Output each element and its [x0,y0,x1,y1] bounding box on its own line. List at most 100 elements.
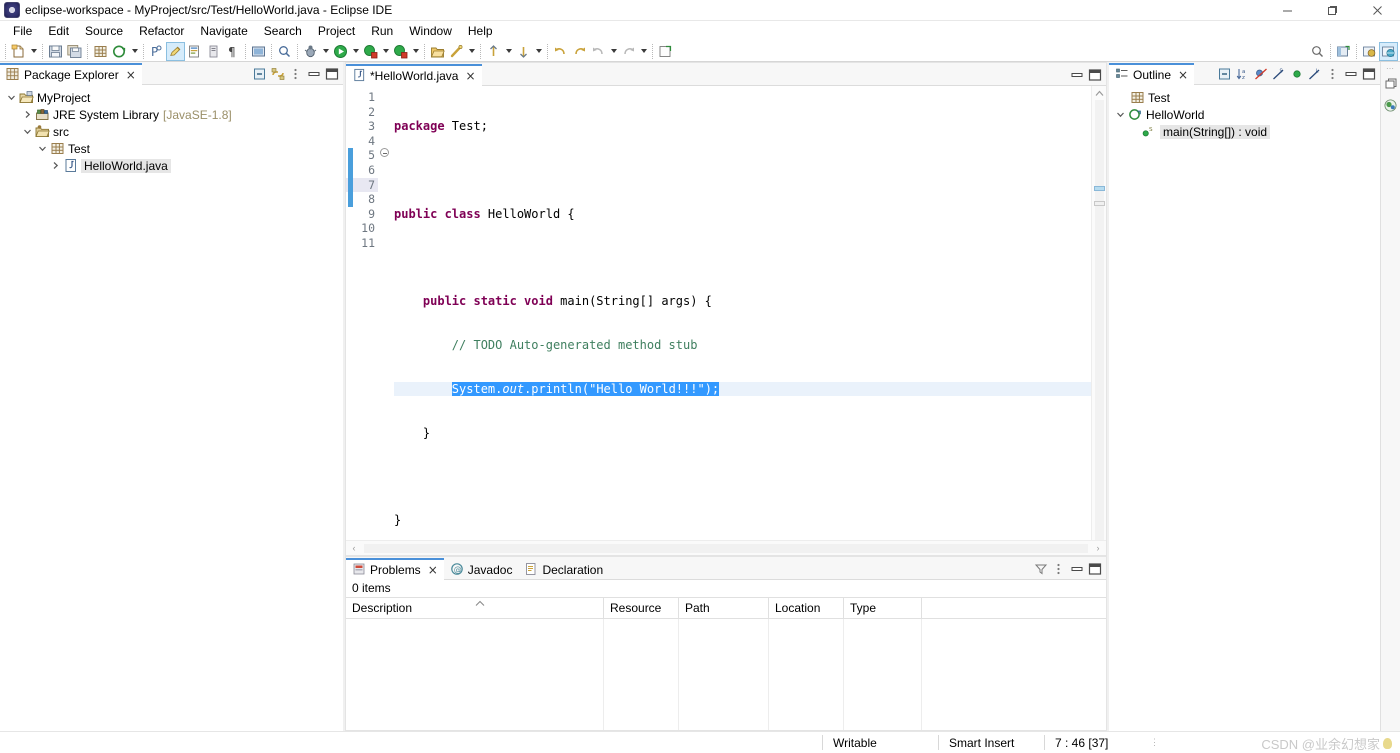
chevron-down-icon[interactable] [20,123,34,140]
menu-window[interactable]: Window [401,22,460,41]
tab-helloworld-java[interactable]: *HelloWorld.java × [346,64,482,86]
editor-horizontal-scrollbar[interactable]: ‹ › [346,540,1106,555]
outline-item-main-method[interactable]: S main(String[]) : void [1109,123,1380,140]
sort-az-button[interactable]: az [1234,65,1251,83]
hide-nonpublic-button[interactable] [1288,65,1305,83]
debug-button[interactable] [301,42,320,61]
scroll-right-icon[interactable]: › [1090,543,1106,553]
run-last-tool-button[interactable] [391,42,410,61]
new-wizard-dropdown[interactable] [28,42,39,61]
menu-navigate[interactable]: Navigate [192,22,255,41]
scroll-left-icon[interactable]: ‹ [346,543,362,553]
coverage-button[interactable] [361,42,380,61]
chevron-right-icon[interactable] [20,106,34,123]
link-with-editor-button[interactable] [269,65,286,83]
tree-item-test-package[interactable]: Test [0,140,343,157]
hide-local-types-button[interactable]: L [1306,65,1323,83]
back-button[interactable] [551,42,570,61]
tab-problems[interactable]: Problems × [346,558,444,580]
status-drag-handle[interactable]: ⋮ [1150,738,1159,747]
close-icon[interactable]: × [428,564,438,576]
new-java-package-button[interactable] [91,42,110,61]
scrollbar-track[interactable] [364,543,1088,553]
new-java-project-dropdown[interactable] [466,42,477,61]
open-task-button[interactable] [166,41,185,61]
menu-refactor[interactable]: Refactor [131,22,192,41]
menu-edit[interactable]: Edit [40,22,77,41]
tab-outline[interactable]: Outline × [1109,63,1195,85]
console-button[interactable] [249,42,268,61]
maximize-view-button[interactable] [323,65,340,83]
open-type-button[interactable] [185,42,204,61]
quick-access-search-icon[interactable] [1308,42,1327,61]
tree-item-jre-system-library[interactable]: JRE System Library [JavaSE-1.8] [0,106,343,123]
minimize-view-button[interactable] [1068,560,1085,578]
next-annotation-button[interactable] [514,42,533,61]
filter-button[interactable] [1032,560,1049,578]
column-header-description[interactable]: Description [346,598,604,618]
view-menu-button[interactable] [287,65,304,83]
run-dropdown[interactable] [350,42,361,61]
forward-button[interactable] [570,42,589,61]
tab-declaration[interactable]: Declaration [518,558,609,580]
menu-search[interactable]: Search [256,22,310,41]
new-java-project-button[interactable] [447,42,466,61]
column-header-type[interactable]: Type [844,598,922,618]
close-icon[interactable]: × [465,70,475,82]
minimize-view-button[interactable] [305,65,322,83]
menu-help[interactable]: Help [460,22,501,41]
link-button[interactable] [204,42,223,61]
previous-edit-dropdown[interactable] [608,42,619,61]
outline-item-helloworld[interactable]: HelloWorld [1109,106,1380,123]
previous-edit-button[interactable] [589,42,608,61]
restore-views-icon[interactable] [1384,77,1398,94]
editor-vertical-scrollbar[interactable] [1091,86,1106,540]
minimize-editor-button[interactable] [1068,66,1085,84]
drag-handle-dots[interactable]: ⋯ [1386,64,1395,73]
debug-dropdown[interactable] [320,42,331,61]
overview-marker[interactable] [1094,201,1105,206]
open-perspective-button[interactable] [428,42,447,61]
outline-item-test[interactable]: Test [1109,89,1380,106]
previous-annotation-button[interactable] [484,42,503,61]
java-ee-perspective-icon[interactable] [1379,42,1398,61]
tab-package-explorer[interactable]: Package Explorer × [0,63,142,85]
menu-source[interactable]: Source [77,22,131,41]
close-window-button[interactable] [1355,0,1400,21]
save-button[interactable] [46,42,65,61]
run-button[interactable] [331,42,350,61]
collapse-all-button[interactable] [1216,65,1233,83]
editor-body[interactable]: 1 2 3 4 5 6 7 8 9 10 11 package Test; pu… [346,86,1106,540]
save-all-button[interactable] [65,42,84,61]
chevron-down-icon[interactable] [35,140,49,157]
view-menu-button[interactable] [1050,560,1067,578]
chevron-down-icon[interactable] [4,89,18,106]
fold-collapse-icon[interactable] [380,148,389,157]
next-edit-button[interactable] [619,42,638,61]
column-header-location[interactable]: Location [769,598,844,618]
chevron-right-icon[interactable] [48,157,62,174]
tree-item-myproject[interactable]: MyProject [0,89,343,106]
collapse-all-button[interactable] [251,65,268,83]
new-java-class-button[interactable] [110,42,129,61]
source-code[interactable]: package Test; public class HelloWorld { … [392,86,1091,540]
menu-file[interactable]: File [5,22,40,41]
tree-item-src[interactable]: src [0,123,343,140]
hide-fields-button[interactable] [1252,65,1269,83]
chevron-down-icon[interactable] [1113,106,1127,123]
java-perspective-icon[interactable] [1360,42,1379,61]
problems-table-body[interactable] [346,619,1106,730]
new-java-class-dropdown[interactable] [129,42,140,61]
run-last-tool-dropdown[interactable] [410,42,421,61]
view-menu-button[interactable] [1324,65,1341,83]
search-button[interactable] [275,42,294,61]
maximize-window-button[interactable] [1310,0,1355,21]
next-annotation-dropdown[interactable] [533,42,544,61]
menu-project[interactable]: Project [310,22,363,41]
column-header-path[interactable]: Path [679,598,769,618]
overview-marker[interactable] [1094,186,1105,191]
maximize-view-button[interactable] [1086,560,1103,578]
toggle-mark-occurrences-button[interactable]: P [147,42,166,61]
folding-ruler[interactable] [378,86,392,540]
column-header-resource[interactable]: Resource [604,598,679,618]
